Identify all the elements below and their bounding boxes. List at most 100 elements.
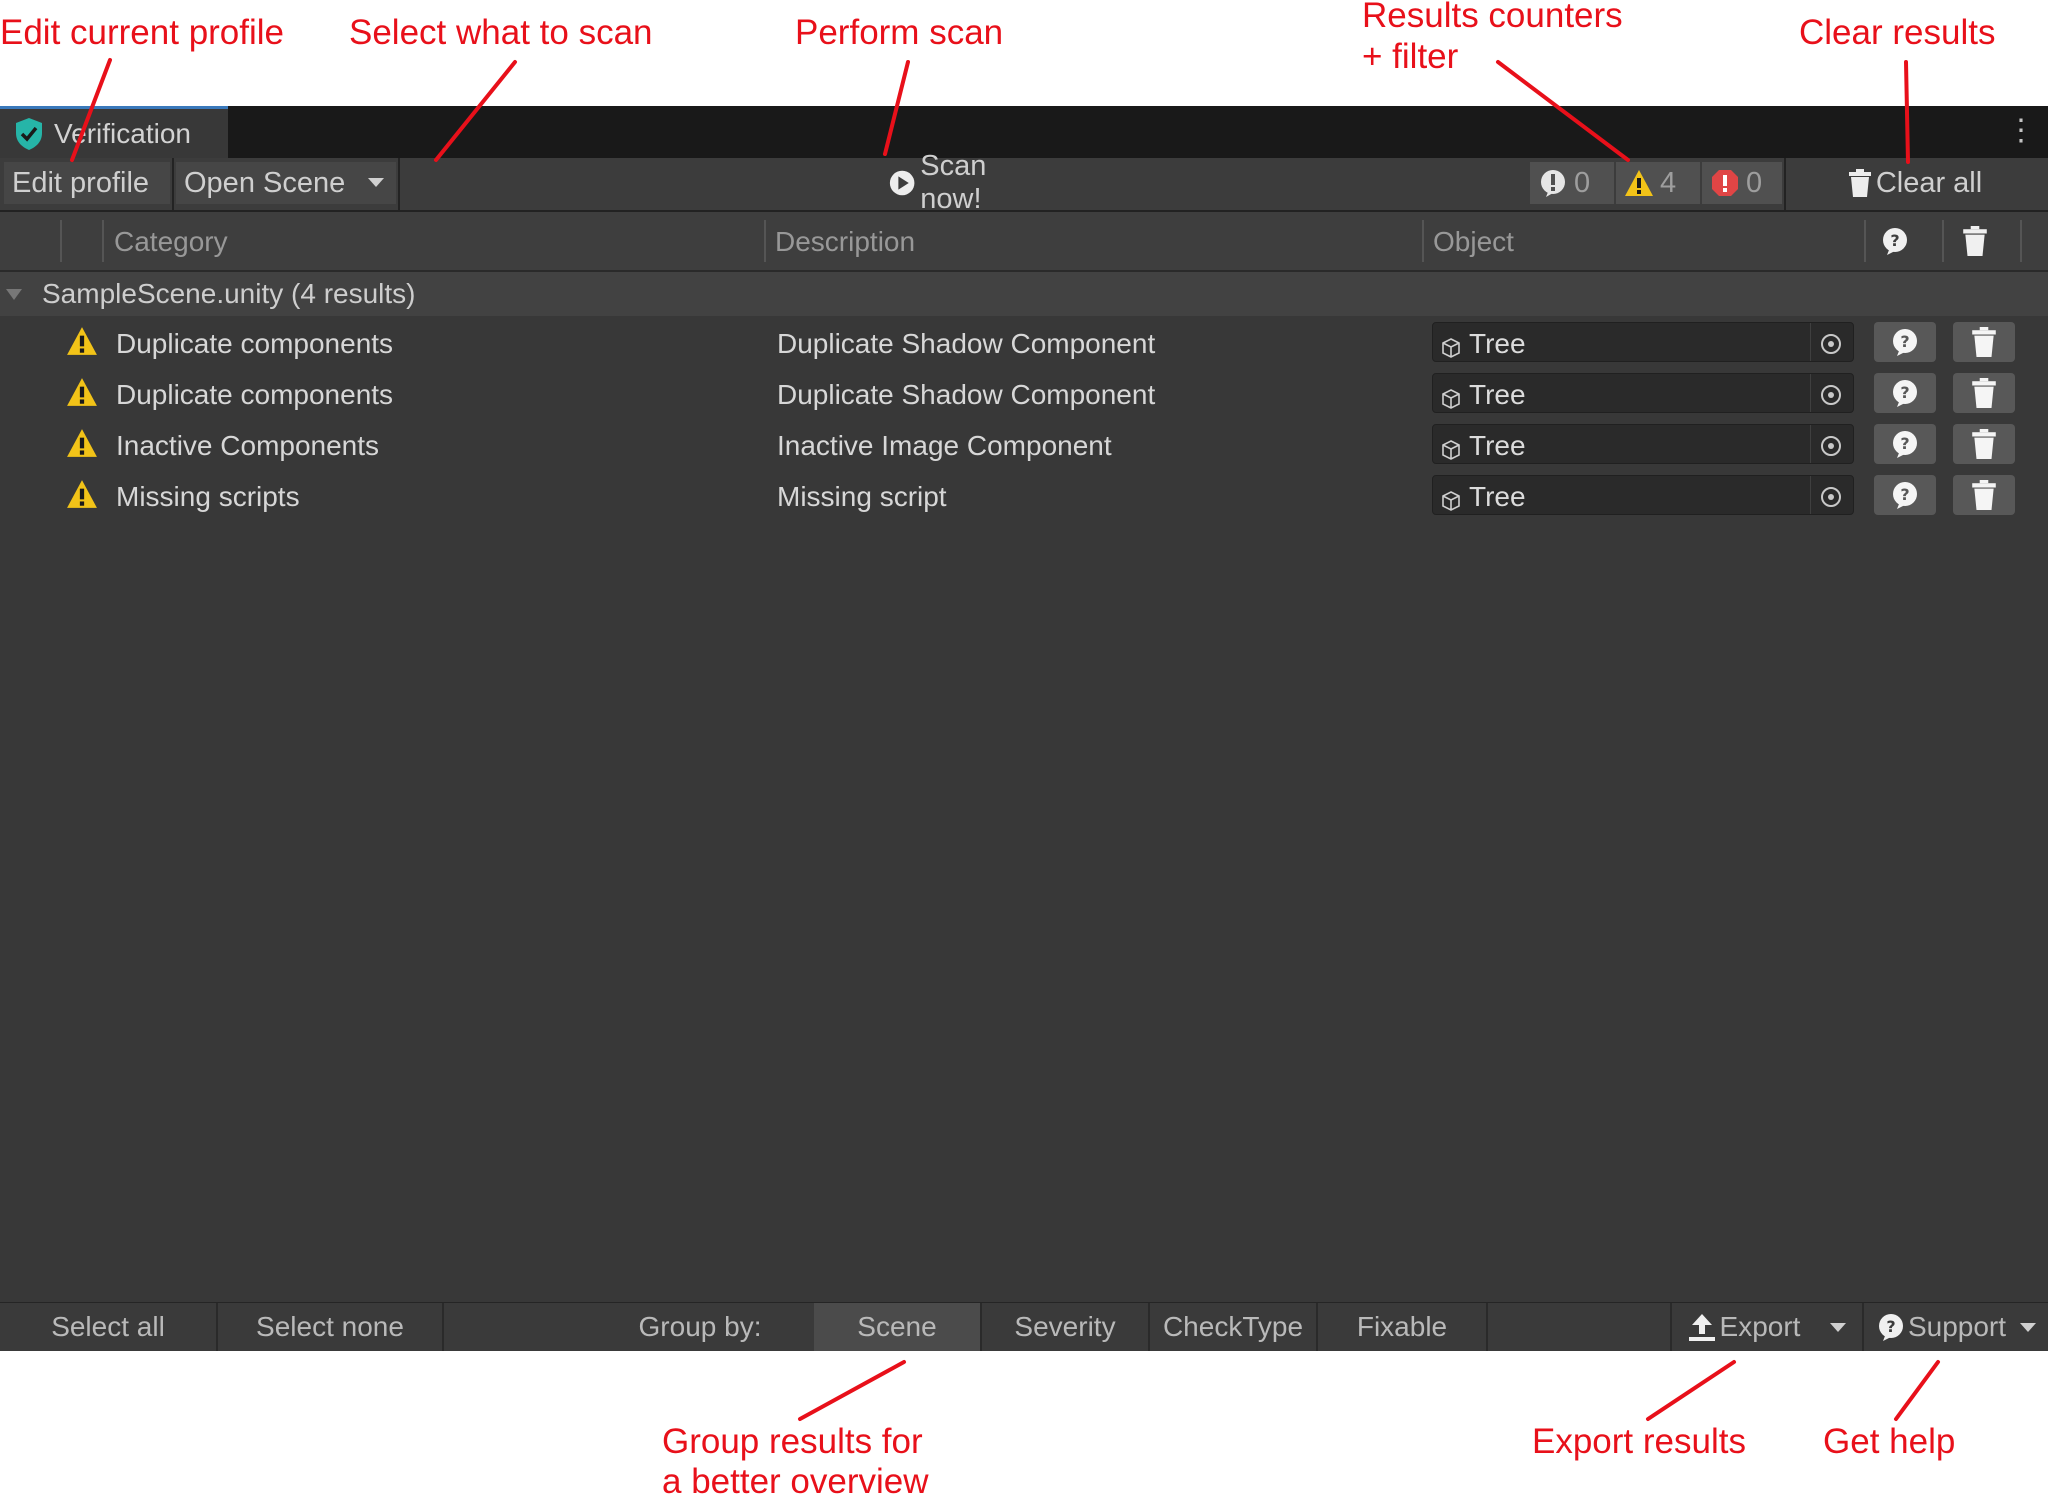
column-header: Category Description Object ? bbox=[0, 212, 2048, 272]
warning-icon bbox=[66, 479, 98, 516]
dropdown-arrow-icon bbox=[1830, 1323, 1847, 1332]
target-icon[interactable] bbox=[1819, 382, 1843, 414]
warning-icon bbox=[66, 326, 98, 363]
info-count: 0 bbox=[1574, 166, 1591, 199]
group-option-severity[interactable]: Severity bbox=[982, 1303, 1148, 1351]
scan-now-button[interactable]: Scan now! bbox=[880, 150, 1056, 215]
select-none-button[interactable]: Select none bbox=[218, 1303, 442, 1351]
annotation-results-counters: Results counters bbox=[1362, 0, 1623, 35]
arrow-get-help bbox=[1894, 1360, 1940, 1421]
delete-result-button[interactable] bbox=[1953, 322, 2015, 362]
trash-icon bbox=[1971, 378, 1997, 408]
info-filter-toggle[interactable]: 0 bbox=[1530, 162, 1614, 204]
edit-profile-button[interactable]: Edit profile bbox=[4, 162, 170, 204]
select-all-button[interactable]: Select all bbox=[0, 1303, 216, 1351]
scan-scope-dropdown[interactable]: Open Scene bbox=[176, 162, 396, 204]
annotation-better-overview: a better overview bbox=[662, 1462, 929, 1501]
group-option-label: Fixable bbox=[1356, 1311, 1448, 1342]
select-none-label: Select none bbox=[256, 1311, 404, 1342]
result-row[interactable]: Duplicate components Duplicate Shadow Com… bbox=[0, 318, 2048, 368]
warning-filter-toggle[interactable]: 4 bbox=[1616, 162, 1700, 204]
help-icon: ? bbox=[1890, 378, 1920, 408]
result-category: Missing scripts bbox=[116, 481, 300, 512]
bottom-divider bbox=[442, 1303, 444, 1351]
help-button[interactable]: ? bbox=[1874, 424, 1936, 464]
svg-text:?: ? bbox=[1890, 231, 1899, 250]
object-field[interactable]: Tree bbox=[1432, 322, 1854, 362]
group-option-label: Severity bbox=[1014, 1311, 1116, 1342]
arrow-export-results bbox=[1646, 1360, 1736, 1421]
scan-now-label: Scan now! bbox=[920, 150, 987, 215]
column-divider bbox=[764, 220, 766, 262]
bottom-bar: Select all Select none Group by: Scene S… bbox=[0, 1302, 2048, 1351]
column-divider bbox=[102, 220, 104, 262]
object-field[interactable]: Tree bbox=[1432, 373, 1854, 413]
result-row[interactable]: Duplicate components Duplicate Shadow Com… bbox=[0, 369, 2048, 419]
dropdown-arrow-icon bbox=[368, 178, 384, 187]
delete-result-button[interactable] bbox=[1953, 475, 2015, 515]
trash-icon bbox=[1971, 429, 1997, 459]
warning-count: 4 bbox=[1660, 166, 1677, 199]
target-icon[interactable] bbox=[1819, 331, 1843, 363]
group-by-text: Group by: bbox=[638, 1311, 762, 1342]
result-row[interactable]: Missing scripts Missing script Tree? bbox=[0, 471, 2048, 521]
help-icon: ? bbox=[1890, 480, 1920, 510]
dropdown-arrow-icon bbox=[2020, 1323, 2037, 1332]
result-row[interactable]: Inactive Components Inactive Image Compon… bbox=[0, 420, 2048, 470]
support-dropdown-button[interactable]: ? Support bbox=[1864, 1303, 2048, 1351]
annotation-perform-scan: Perform scan bbox=[795, 13, 1004, 52]
group-foldout[interactable]: SampleScene.unity (4 results) bbox=[0, 272, 2048, 316]
column-description[interactable]: Description bbox=[775, 226, 915, 258]
column-divider bbox=[1864, 220, 1866, 262]
annotation-get-help: Get help bbox=[1823, 1422, 1956, 1461]
warning-icon bbox=[66, 377, 98, 414]
arrow-group-results bbox=[798, 1360, 906, 1421]
result-description: Duplicate Shadow Component bbox=[777, 379, 1156, 410]
group-option-scene[interactable]: Scene bbox=[814, 1303, 980, 1351]
svg-text:?: ? bbox=[1900, 332, 1909, 351]
target-icon[interactable] bbox=[1819, 484, 1843, 516]
column-divider bbox=[1942, 220, 1944, 262]
select-all-label: Select all bbox=[51, 1311, 165, 1342]
column-object[interactable]: Object bbox=[1433, 226, 1514, 258]
trash-icon bbox=[1963, 226, 1987, 256]
delete-result-button[interactable] bbox=[1953, 373, 2015, 413]
info-icon bbox=[1541, 170, 1565, 197]
group-option-label: Scene bbox=[857, 1311, 937, 1342]
help-button[interactable]: ? bbox=[1874, 475, 1936, 515]
clear-all-button[interactable]: Clear all bbox=[1786, 162, 2044, 204]
target-icon[interactable] bbox=[1819, 433, 1843, 465]
kebab-menu-icon[interactable]: ⋮ bbox=[2006, 116, 2036, 146]
help-button[interactable]: ? bbox=[1874, 373, 1936, 413]
play-icon bbox=[889, 170, 915, 196]
group-label: SampleScene.unity (4 results) bbox=[42, 278, 416, 309]
error-filter-toggle[interactable]: 0 bbox=[1702, 162, 1782, 204]
svg-text:?: ? bbox=[1886, 1317, 1895, 1336]
svg-text:?: ? bbox=[1900, 434, 1909, 453]
shield-check-icon bbox=[16, 117, 42, 150]
object-field[interactable]: Tree bbox=[1432, 424, 1854, 464]
cube-icon bbox=[1441, 333, 1461, 365]
column-category[interactable]: Category bbox=[114, 226, 228, 258]
object-field[interactable]: Tree bbox=[1432, 475, 1854, 515]
scan-scope-value: Open Scene bbox=[184, 166, 346, 199]
object-field-divider bbox=[1810, 425, 1811, 463]
object-field-divider bbox=[1810, 323, 1811, 361]
group-option-fixable[interactable]: Fixable bbox=[1318, 1303, 1486, 1351]
result-description: Duplicate Shadow Component bbox=[777, 328, 1156, 359]
cube-icon bbox=[1441, 435, 1461, 467]
group-option-checktype[interactable]: CheckType bbox=[1150, 1303, 1316, 1351]
object-field-divider bbox=[1810, 374, 1811, 412]
object-field-divider bbox=[1810, 476, 1811, 514]
object-name: Tree bbox=[1469, 328, 1526, 359]
annotation-export-results: Export results bbox=[1532, 1422, 1746, 1461]
result-category: Inactive Components bbox=[116, 430, 380, 461]
export-dropdown-button[interactable]: Export bbox=[1672, 1303, 1862, 1351]
object-name: Tree bbox=[1469, 430, 1526, 461]
tab-verification[interactable]: Verification bbox=[0, 106, 228, 158]
delete-result-button[interactable] bbox=[1953, 424, 2015, 464]
help-icon: ? bbox=[1878, 1314, 1903, 1341]
help-button[interactable]: ? bbox=[1874, 322, 1936, 362]
help-icon: ? bbox=[1890, 327, 1920, 357]
annotation-filter: + filter bbox=[1362, 37, 1459, 76]
